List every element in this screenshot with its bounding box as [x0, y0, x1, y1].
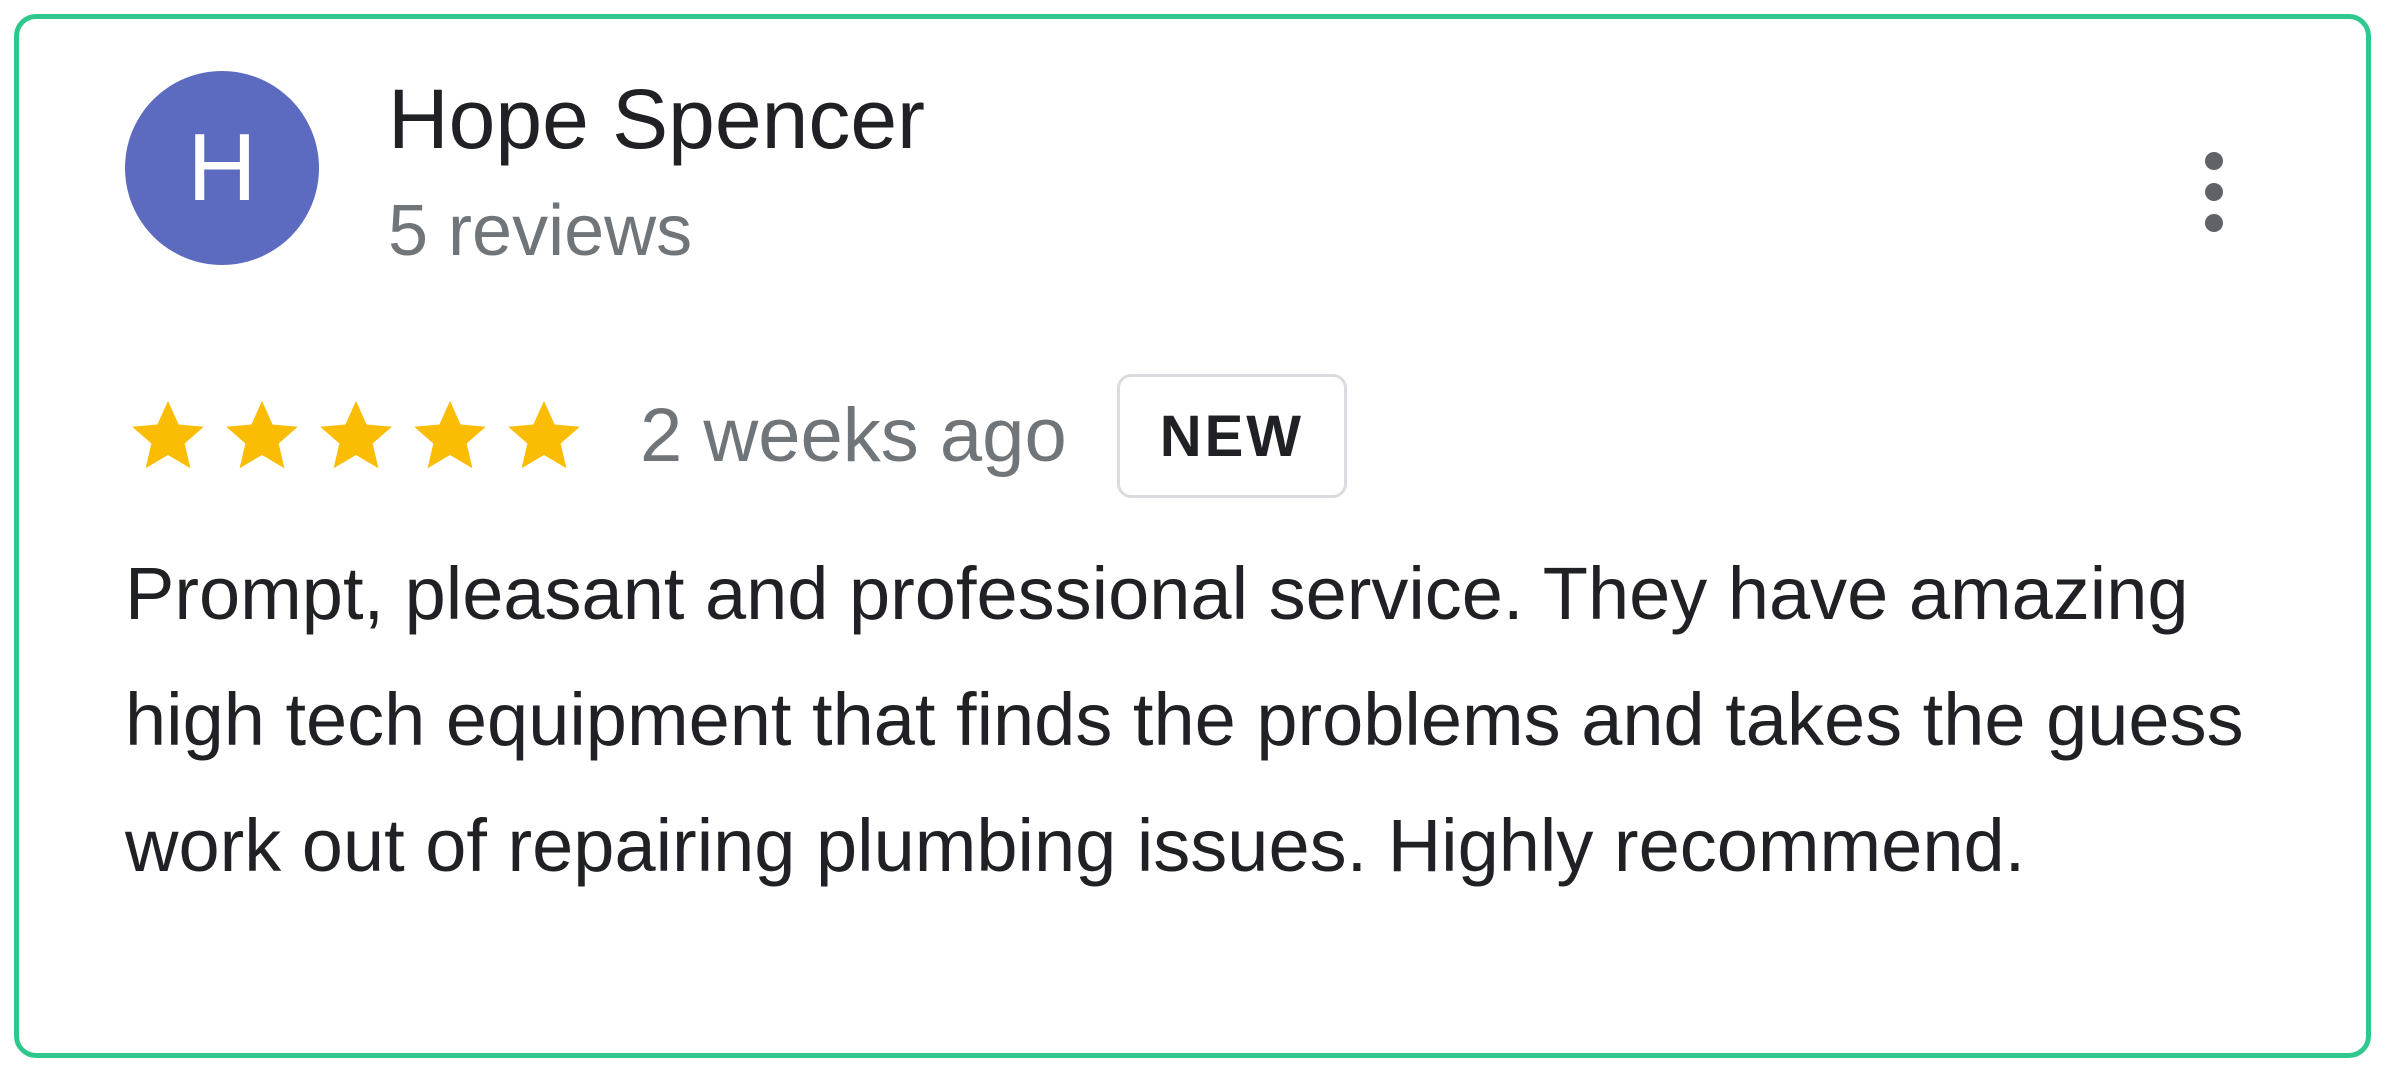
- star-icon: [501, 393, 587, 479]
- more-options-button[interactable]: [2184, 144, 2244, 240]
- star-icon: [125, 393, 211, 479]
- more-vert-icon-dot: [2205, 183, 2223, 201]
- star-rating: [125, 393, 595, 479]
- new-badge: NEW: [1116, 374, 1348, 498]
- star-icon: [407, 393, 493, 479]
- star-icon: [219, 393, 305, 479]
- more-vert-icon: [2205, 152, 2223, 170]
- avatar-initial: H: [187, 114, 257, 221]
- rating-row: 2 weeks ago NEW: [125, 371, 1348, 501]
- avatar[interactable]: H: [125, 71, 319, 265]
- review-count[interactable]: 5 reviews: [388, 195, 692, 267]
- author-name[interactable]: Hope Spencer: [388, 77, 925, 161]
- more-vert-icon-dot: [2205, 214, 2223, 232]
- review-text: Prompt, pleasant and professional servic…: [125, 552, 2244, 887]
- star-icon: [313, 393, 399, 479]
- review-date: 2 weeks ago: [640, 393, 1067, 478]
- review-card: H Hope Spencer 5 reviews 2 weeks ago NEW…: [14, 14, 2371, 1058]
